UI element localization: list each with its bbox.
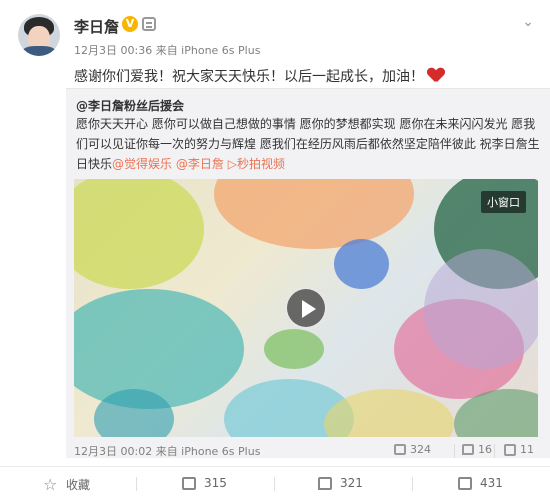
repost-count: 315 — [204, 476, 227, 490]
original-like-stat[interactable]: 11 — [504, 443, 534, 456]
action-bar: 收藏 315 321 431 — [0, 466, 550, 499]
paint-blob-yellow — [74, 179, 204, 289]
mention-link-lirizhan[interactable]: @李日詹 — [176, 157, 224, 171]
paint-blob-teal — [74, 289, 244, 409]
original-post-footer: 12月3日 00:02 来自 iPhone 6s Plus 324 16 11 — [74, 443, 538, 459]
video-link-label: 秒拍视频 — [236, 157, 285, 171]
like-button[interactable]: 431 — [458, 476, 503, 490]
comment-icon — [462, 444, 474, 455]
paint-blob-lavender — [424, 249, 538, 369]
mini-window-button[interactable]: 小窗口 — [481, 191, 526, 213]
collect-button[interactable]: 收藏 — [43, 475, 91, 494]
avatar-body — [22, 46, 56, 56]
original-author-link[interactable]: @李日詹粉丝后援会 — [76, 97, 184, 114]
play-button[interactable] — [285, 287, 327, 329]
post-meta: 12月3日 00:36 来自 iPhone 6s Plus — [74, 44, 261, 57]
comment-count: 321 — [340, 476, 363, 490]
repost-icon — [394, 444, 406, 455]
action-divider — [274, 477, 275, 491]
video-player[interactable]: 小窗口 — [74, 179, 538, 437]
original-repost-count: 324 — [410, 443, 431, 456]
footer-divider — [454, 444, 455, 458]
footer-divider — [494, 444, 495, 458]
action-divider — [136, 477, 137, 491]
avatar[interactable] — [18, 14, 60, 56]
star-icon — [43, 475, 58, 494]
repost-button[interactable]: 315 — [182, 476, 227, 490]
original-post-text: 愿你天天开心 愿你可以做自己想做的事情 愿你的梦想都实现 愿你在未来闪闪发光 愿… — [76, 114, 544, 174]
original-repost-stat[interactable]: 324 — [394, 443, 431, 456]
original-comment-stat[interactable]: 16 — [462, 443, 492, 456]
thumbs-up-icon — [458, 476, 472, 490]
heart-icon — [428, 68, 444, 82]
thumbs-up-icon — [504, 443, 516, 456]
paint-blob-yellow-bottom — [324, 389, 454, 437]
like-count: 431 — [480, 476, 503, 490]
repost-icon — [182, 476, 196, 490]
action-divider — [412, 477, 413, 491]
repost-container: @李日詹粉丝后援会 愿你天天开心 愿你可以做自己想做的事情 愿你的梦想都实现 愿… — [66, 88, 550, 458]
original-post-time: 12月3日 00:02 来自 iPhone 6s Plus — [74, 445, 261, 458]
paint-blob-green — [264, 329, 324, 369]
original-like-count: 11 — [520, 443, 534, 456]
original-comment-count: 16 — [478, 443, 492, 456]
robot-icon[interactable] — [142, 17, 156, 31]
paint-blob-orange — [214, 179, 414, 249]
verified-badge-icon[interactable]: V — [122, 16, 138, 32]
comment-button[interactable]: 321 — [318, 476, 363, 490]
username[interactable]: 李日詹 — [74, 16, 119, 37]
video-link-icon: ▷ — [227, 157, 237, 171]
post-text-content: 感谢你们爱我！祝大家天天快乐！以后一起成长，加油！ — [74, 69, 424, 85]
video-link[interactable]: ▷秒拍视频 — [228, 157, 285, 171]
weibo-card: 李日詹 V ⌄ 12月3日 00:36 来自 iPhone 6s Plus 感谢… — [0, 0, 550, 499]
collect-label: 收藏 — [66, 478, 91, 492]
chevron-down-icon[interactable]: ⌄ — [522, 14, 534, 30]
comment-icon — [318, 476, 332, 490]
paint-blob-blue — [334, 239, 389, 289]
post-text: 感谢你们爱我！祝大家天天快乐！以后一起成长，加油！ — [74, 66, 444, 86]
mention-link-juede[interactable]: @觉得娱乐 — [112, 157, 172, 171]
